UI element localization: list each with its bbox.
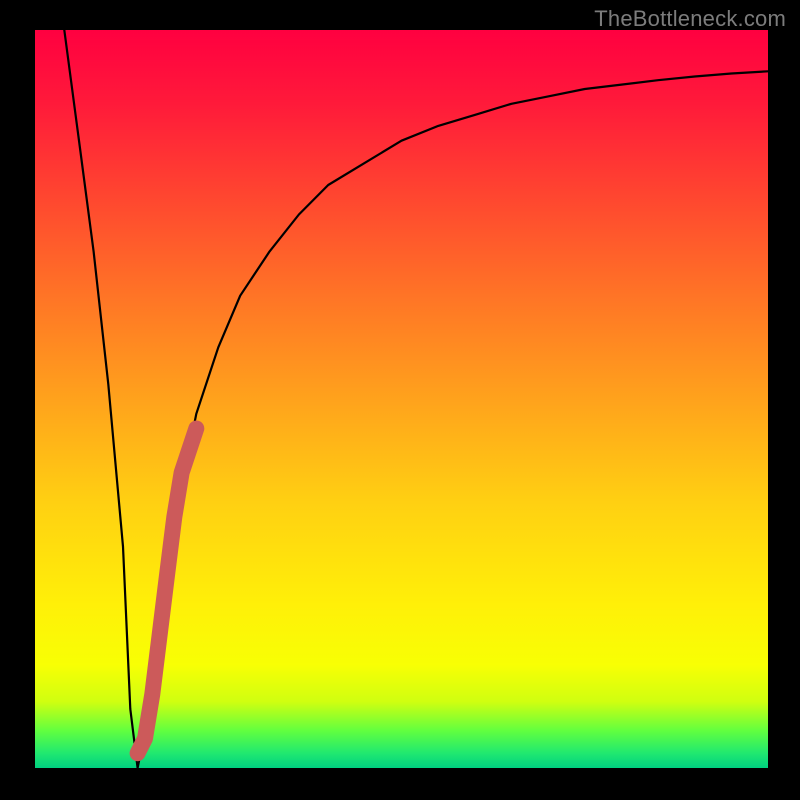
chart-overlay (35, 30, 768, 768)
chart-stage: TheBottleneck.com (0, 0, 800, 800)
watermark-text: TheBottleneck.com (594, 6, 786, 32)
bottleneck-curve (64, 30, 768, 768)
highlight-segment (138, 429, 197, 754)
plot-area (35, 30, 768, 768)
